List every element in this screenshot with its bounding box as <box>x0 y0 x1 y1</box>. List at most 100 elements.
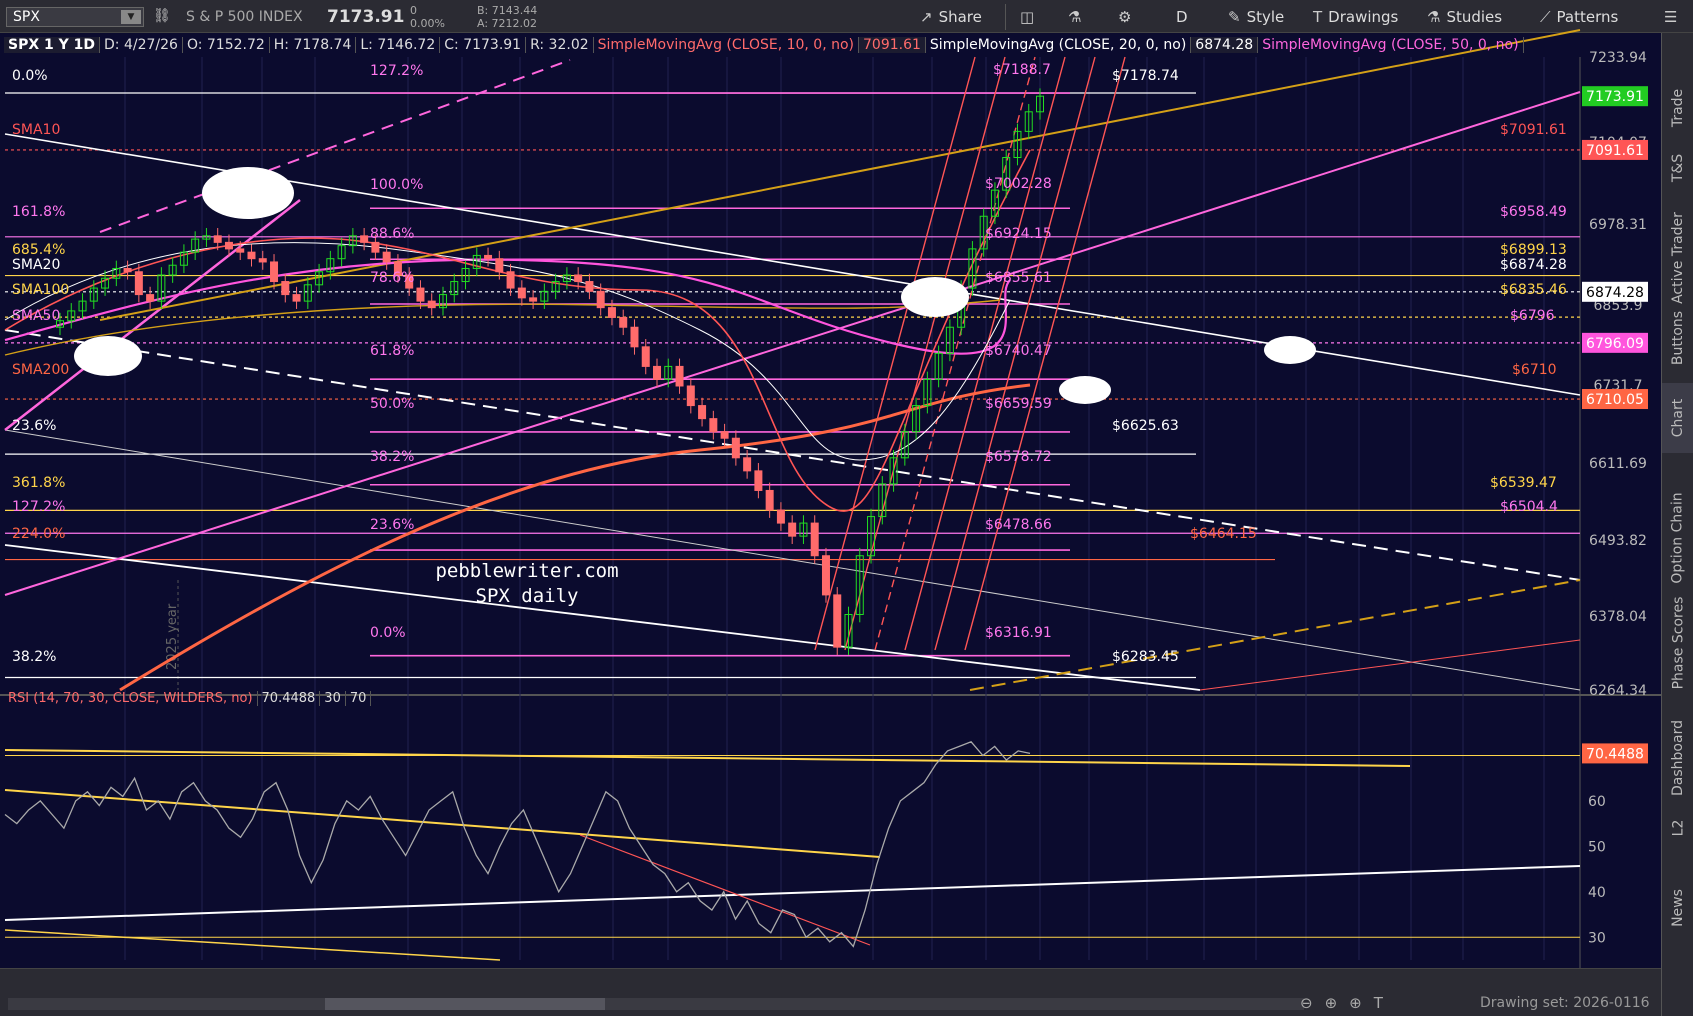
level-price-label: $7188.7 <box>993 62 1051 78</box>
scrollbar-thumb[interactable] <box>325 998 605 1010</box>
level-price-label: $7002.28 <box>985 176 1052 192</box>
candle-body <box>653 365 662 380</box>
candle-body <box>833 594 842 648</box>
rsi-label[interactable]: RSI (14, 70, 30, CLOSE, WILDERS, no) <box>4 690 258 706</box>
left-level-label: SMA200 <box>12 362 69 378</box>
candle-body <box>281 281 290 296</box>
horizontal-scrollbar[interactable] <box>8 998 1304 1010</box>
right-sidebar: Trade T&S Active Trader Buttons Chart Option … <box>1661 33 1693 1016</box>
candle-body <box>506 271 515 289</box>
left-level-label: 685.4% <box>12 242 65 258</box>
candle-body <box>123 267 132 273</box>
candle-body <box>292 294 301 302</box>
candle-body <box>641 346 650 367</box>
sma10-label[interactable]: SimpleMovingAvg (CLOSE, 10, 0, no) <box>594 37 860 53</box>
fib-percent-label: 100.0% <box>370 177 423 193</box>
price-tag-label: 6874.28 <box>1586 285 1644 301</box>
level-price-label: $6796 <box>1510 308 1555 324</box>
candle-body <box>731 437 740 459</box>
level-price-label: $7091.61 <box>1500 122 1567 138</box>
price-tag-label: 7091.61 <box>1586 143 1644 159</box>
price-tag-label: 6796.09 <box>1586 336 1644 352</box>
candle-body <box>134 271 143 296</box>
open-label: O: 7152.72 <box>183 37 270 53</box>
candle-body <box>247 251 256 260</box>
sidebar-tab-phase-scores[interactable]: Phase Scores <box>1662 573 1693 713</box>
rsi-value: 70.4488 <box>258 690 321 706</box>
candle-body <box>258 258 267 263</box>
candle-body <box>371 241 380 253</box>
annotation-ellipse <box>202 167 294 219</box>
level-price-label: $6958.49 <box>1500 204 1567 220</box>
left-level-label: SMA10 <box>12 122 60 138</box>
menu-button[interactable]: ☰ <box>1664 6 1677 28</box>
price-tag-label: 6710.05 <box>1586 392 1644 408</box>
rsi-tick-label: 60 <box>1588 794 1606 810</box>
level-price-label: $6464.15 <box>1190 526 1257 542</box>
candle-body <box>146 294 155 302</box>
candle-body <box>709 418 718 433</box>
sma20-label[interactable]: SimpleMovingAvg (CLOSE, 20, 0, no) <box>926 37 1192 53</box>
y-tick-label: 6493.82 <box>1589 533 1647 549</box>
sidebar-tab-l2[interactable]: L2 <box>1662 803 1693 853</box>
left-level-label: 38.2% <box>12 649 56 665</box>
y-tick-label: 6978.31 <box>1589 217 1647 233</box>
candle-body <box>698 405 707 420</box>
level-price-label: $6539.47 <box>1490 475 1557 491</box>
sidebar-tab-label: Trade <box>1670 88 1686 128</box>
rsi-ob: 30 <box>320 690 346 706</box>
level-price-label: $6578.72 <box>985 449 1052 465</box>
candle-body <box>360 235 369 243</box>
fib-percent-label: 61.8% <box>370 343 414 359</box>
left-level-label: 127.2% <box>12 499 65 515</box>
price-chart[interactable]: 12/221/51/121/192/22/92/163/23/93/163/23… <box>0 0 1661 968</box>
fib-percent-label: 23.6% <box>370 517 414 533</box>
sidebar-tab-dashboard[interactable]: Dashboard <box>1662 703 1693 813</box>
sidebar-tab-label: Chart <box>1670 398 1687 438</box>
candle-body <box>810 522 819 557</box>
left-level-label: 0.0% <box>12 68 48 84</box>
candle-body <box>686 385 695 407</box>
candle-body <box>484 254 493 260</box>
y-tick-label: 7233.94 <box>1589 50 1647 66</box>
annotation-ellipse <box>1059 376 1111 404</box>
symbol-period[interactable]: SPX 1 Y 1D <box>4 37 101 53</box>
sidebar-tab-chart[interactable]: Chart <box>1662 383 1693 453</box>
left-level-label: 361.8% <box>12 475 65 491</box>
candle-body <box>630 326 639 348</box>
text-tool-icon[interactable]: T <box>1374 994 1383 1012</box>
level-price-label: $6899.13 <box>1500 242 1567 258</box>
level-price-label: $6625.63 <box>1112 418 1179 434</box>
candle-body <box>821 555 830 596</box>
candle-body <box>213 235 222 243</box>
candle-body <box>585 281 594 292</box>
candle-body <box>720 431 729 439</box>
zoom-out-icon[interactable]: ⊖ <box>1300 994 1313 1012</box>
rsi-os: 70 <box>346 690 372 706</box>
y-tick-label: 6378.04 <box>1589 609 1647 625</box>
sidebar-tab-buttons[interactable]: Buttons <box>1662 303 1693 373</box>
rsi-value-label: 70.4488 <box>1586 746 1644 762</box>
candle-body <box>382 251 391 263</box>
candle-body <box>596 290 605 309</box>
zoom-in-icon[interactable]: ⊕ <box>1325 994 1338 1012</box>
fib-percent-label: 127.2% <box>370 63 423 79</box>
close-label: C: 7173.91 <box>440 37 527 53</box>
crosshair-icon[interactable]: ⊕ <box>1349 994 1362 1012</box>
left-level-label: SMA50 <box>12 308 60 324</box>
rsi-header: RSI (14, 70, 30, CLOSE, WILDERS, no) 70.… <box>4 688 372 708</box>
sidebar-tab-label: Buttons <box>1670 310 1687 366</box>
fib-percent-label: 78.6% <box>370 270 414 286</box>
annotation-ellipse <box>901 277 969 317</box>
drawing-set-label: Drawing set: 2026-0116 <box>1480 995 1650 1011</box>
candle-body <box>224 241 233 250</box>
level-price-label: $6504.4 <box>1500 499 1558 515</box>
rsi-tick-label: 40 <box>1588 885 1606 901</box>
sma50-label[interactable]: SimpleMovingAvg (CLOSE, 50, 0, no) <box>1258 37 1524 53</box>
fib-percent-label: 50.0% <box>370 396 414 412</box>
rsi-tick-label: 30 <box>1588 930 1606 946</box>
sidebar-tab-news[interactable]: News <box>1662 873 1693 943</box>
date-label: D: 4/27/26 <box>100 37 183 53</box>
sidebar-tab-label: L2 <box>1670 819 1686 837</box>
left-level-label: 161.8% <box>12 204 65 220</box>
